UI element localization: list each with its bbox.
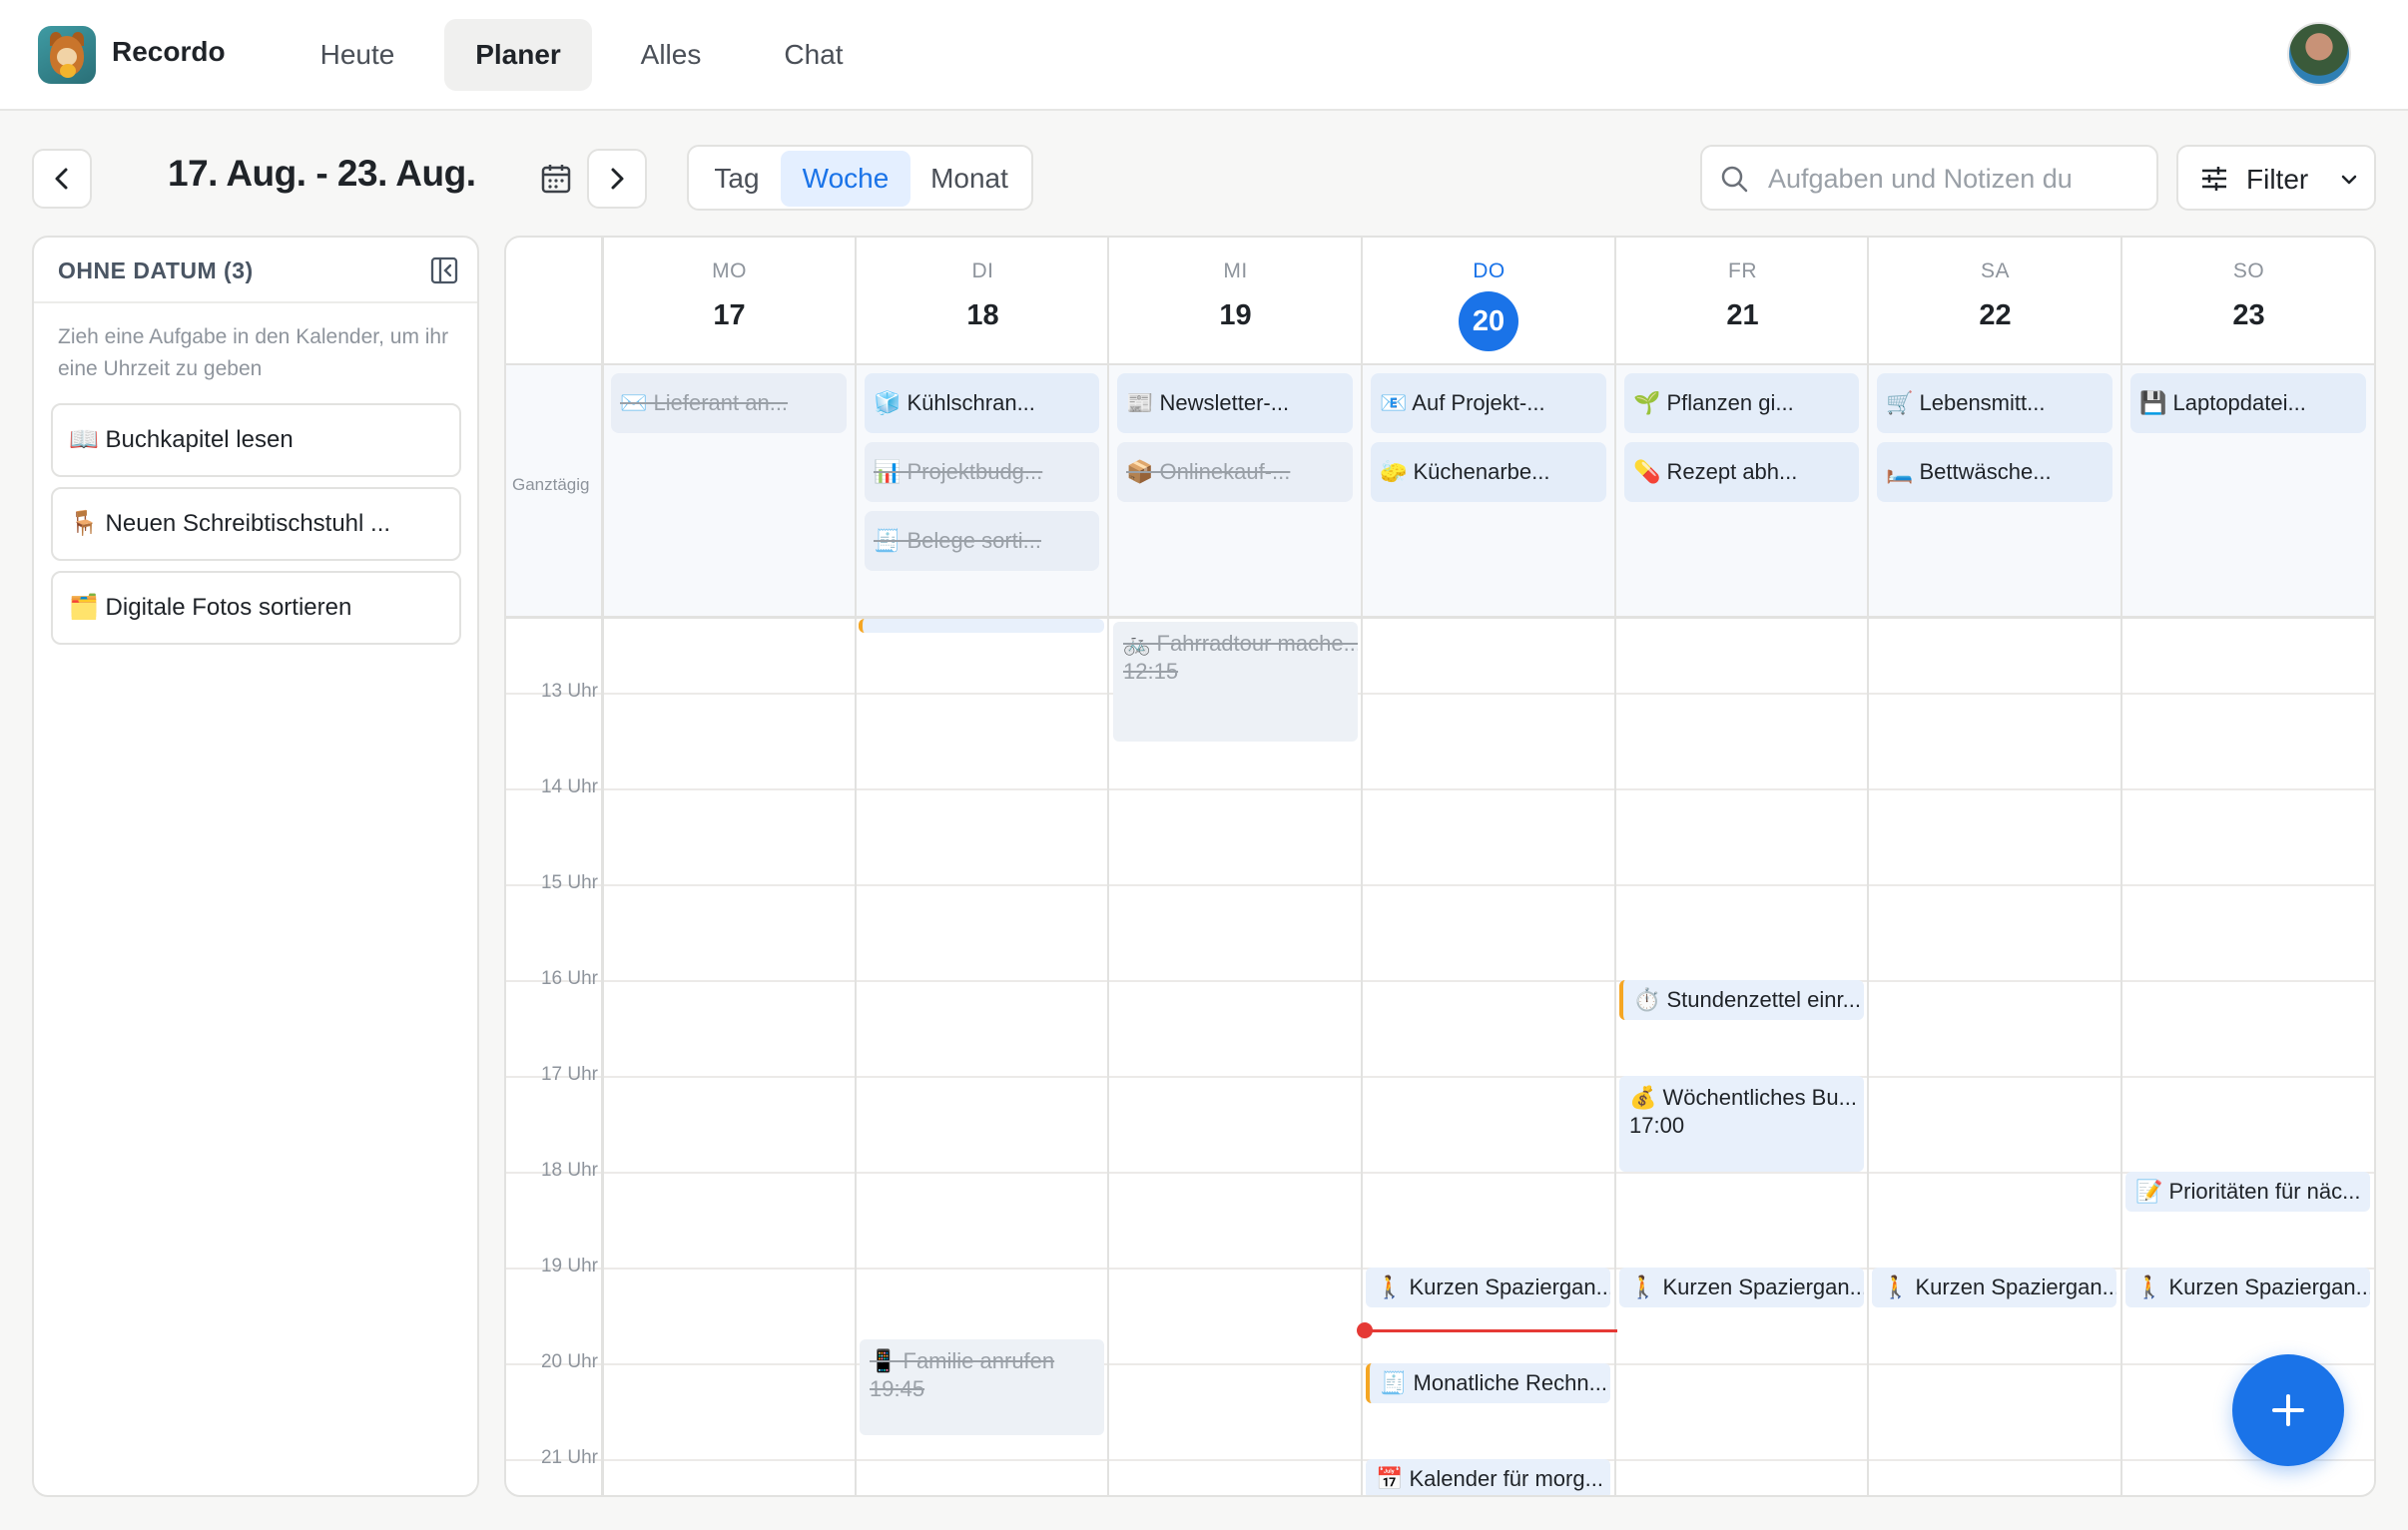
hour-label: 18 Uhr xyxy=(540,1160,598,1181)
event-stundenzettel[interactable]: ⏱️ Stundenzettel einr... xyxy=(1619,980,1864,1020)
allday-task-chip[interactable]: 📧 Auf Projekt-... xyxy=(1371,373,1606,433)
hour-label: 15 Uhr xyxy=(540,872,598,893)
day-header-fr[interactable]: FR 21 xyxy=(1616,238,1869,363)
day-header-mo[interactable]: MO 17 xyxy=(603,238,856,363)
allday-task-chip[interactable]: 💾 Laptopdatei... xyxy=(2130,373,2366,433)
hour-label: 16 Uhr xyxy=(540,968,598,989)
view-switcher: Tag Woche Monat xyxy=(687,145,1033,211)
filter-label: Filter xyxy=(2246,164,2309,195)
app-name: Recordo xyxy=(112,36,226,67)
add-task-button[interactable] xyxy=(2232,1354,2344,1466)
view-monat-button[interactable]: Monat xyxy=(910,151,1028,207)
view-woche-button[interactable]: Woche xyxy=(781,151,910,207)
allday-task-chip[interactable]: 💊 Rezept abh... xyxy=(1624,442,1859,502)
search-placeholder: Aufgaben und Notizen du xyxy=(1768,164,2073,194)
day-divider xyxy=(855,238,857,1495)
day-divider xyxy=(2120,238,2122,1495)
chevron-down-icon xyxy=(2341,175,2357,185)
hour-label: 19 Uhr xyxy=(540,1256,598,1276)
search-icon xyxy=(1721,166,1748,193)
current-time-dot xyxy=(1357,1322,1373,1338)
nav-alles[interactable]: Alles xyxy=(623,19,719,91)
event-partially-hidden[interactable] xyxy=(859,619,1104,633)
allday-task-chip[interactable]: 🛏️ Bettwäsche... xyxy=(1877,442,2112,502)
undated-task-card[interactable]: 🪑 Neuen Schreibtischstuhl ... xyxy=(51,487,461,561)
hour-gridline xyxy=(506,693,2374,695)
allday-task-chip[interactable]: 📊 Projektbudg... xyxy=(865,442,1099,502)
undated-task-card[interactable]: 📖 Buchkapitel lesen xyxy=(51,403,461,477)
previous-week-button[interactable] xyxy=(32,149,92,209)
calendar-picker-icon[interactable] xyxy=(537,160,575,198)
day-divider xyxy=(1614,238,1616,1495)
chevron-right-icon xyxy=(611,168,624,190)
day-divider xyxy=(1867,238,1869,1495)
hour-label: 14 Uhr xyxy=(540,776,598,797)
filter-button[interactable]: Filter xyxy=(2176,145,2376,211)
top-bar: Recordo Heute Planer Alles Chat xyxy=(0,0,2408,111)
time-column-divider xyxy=(601,238,604,1495)
event-spaziergang[interactable]: 🚶 Kurzen Spaziergan... xyxy=(1619,1268,1864,1307)
event-familie-anrufen[interactable]: 📱 Familie anrufen 19:45 xyxy=(860,1339,1104,1435)
user-avatar[interactable] xyxy=(2287,22,2351,86)
collapse-panel-icon[interactable] xyxy=(429,255,459,285)
undated-tasks-panel: OHNE DATUM (3) Zieh eine Aufgabe in den … xyxy=(32,236,479,1497)
event-fahrradtour[interactable]: 🚲 Fahrradtour mache... 12:15 xyxy=(1113,622,1358,742)
allday-task-chip[interactable]: 📦 Onlinekauf-... xyxy=(1117,442,1353,502)
allday-task-chip[interactable]: 🛒 Lebensmitt... xyxy=(1877,373,2112,433)
event-spaziergang[interactable]: 🚶 Kurzen Spaziergan... xyxy=(1366,1268,1610,1307)
event-wochenbudget[interactable]: 💰 Wöchentliches Bu... 17:00 xyxy=(1619,1076,1864,1172)
hour-label: 13 Uhr xyxy=(540,681,598,702)
undated-tasks-hint: Zieh eine Aufgabe in den Kalender, um ih… xyxy=(58,325,449,380)
allday-task-chip[interactable]: 🧾 Belege sorti... xyxy=(865,511,1099,571)
nav-heute[interactable]: Heute xyxy=(301,19,413,91)
allday-label: Ganztägig xyxy=(512,475,590,494)
event-kalender-morgen[interactable]: 📅 Kalender für morg... xyxy=(1366,1459,1610,1495)
event-spaziergang[interactable]: 🚶 Kurzen Spaziergan... xyxy=(1872,1268,2116,1307)
day-divider xyxy=(1107,238,1109,1495)
hour-label: 17 Uhr xyxy=(540,1064,598,1085)
current-time-line xyxy=(1364,1329,1617,1332)
next-week-button[interactable] xyxy=(587,149,647,209)
nav-planer[interactable]: Planer xyxy=(444,19,592,91)
week-calendar: MO 17 DI 18 MI 19 DO 20 FR 21 SA 22 SO 23 Ganzt… xyxy=(504,236,2376,1497)
allday-task-chip[interactable]: 🌱 Pflanzen gi... xyxy=(1624,373,1859,433)
event-prioritaeten[interactable]: 📝 Prioritäten für näc... xyxy=(2125,1172,2370,1212)
day-header-mi[interactable]: MI 19 xyxy=(1109,238,1362,363)
day-header-so[interactable]: SO 23 xyxy=(2122,238,2374,363)
allday-task-chip[interactable]: ✉️ Lieferant an... xyxy=(611,373,847,433)
event-spaziergang[interactable]: 🚶 Kurzen Spaziergan... xyxy=(2125,1268,2370,1307)
view-tag-button[interactable]: Tag xyxy=(693,151,781,207)
undated-tasks-title: OHNE DATUM (3) xyxy=(58,257,254,283)
hour-label: 20 Uhr xyxy=(540,1351,598,1372)
nav-chat[interactable]: Chat xyxy=(763,19,865,91)
allday-task-chip[interactable]: 🧽 Küchenarbe... xyxy=(1371,442,1606,502)
allday-task-chip[interactable]: 📰 Newsletter-... xyxy=(1117,373,1353,433)
day-divider xyxy=(1361,238,1363,1495)
hour-label: 21 Uhr xyxy=(540,1447,598,1468)
day-header-di[interactable]: DI 18 xyxy=(857,238,1109,363)
day-header-do-today[interactable]: DO 20 xyxy=(1363,238,1615,363)
sliders-icon xyxy=(2202,167,2226,191)
hour-gridline xyxy=(506,788,2374,790)
hour-gridline xyxy=(506,980,2374,982)
undated-task-card[interactable]: 🗂️ Digitale Fotos sortieren xyxy=(51,571,461,645)
search-input[interactable]: Aufgaben und Notizen du xyxy=(1700,145,2158,211)
event-monatliche-rechnungen[interactable]: 🧾 Monatliche Rechn... xyxy=(1366,1363,1610,1403)
date-range-title: 17. Aug. - 23. Aug. xyxy=(168,153,476,194)
allday-task-chip[interactable]: 🧊 Kühlschran... xyxy=(865,373,1099,433)
chevron-left-icon xyxy=(55,168,68,190)
undated-tasks-header: OHNE DATUM (3) xyxy=(34,238,477,303)
hour-gridline xyxy=(506,884,2374,886)
recordo-logo-icon[interactable] xyxy=(38,26,96,84)
hour-gridline xyxy=(506,1076,2374,1078)
hour-gridline xyxy=(506,1172,2374,1174)
day-header-sa[interactable]: SA 22 xyxy=(1869,238,2121,363)
